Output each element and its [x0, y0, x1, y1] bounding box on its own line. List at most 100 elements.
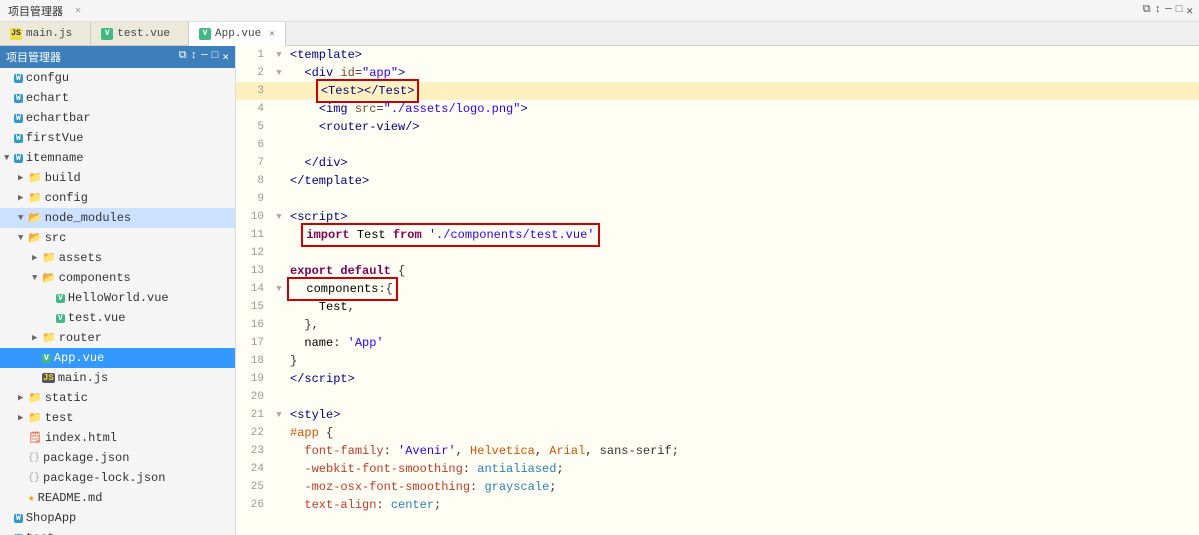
line-num-18: 18 [236, 352, 272, 370]
sidebar-item-itemname[interactable]: ▼Witemname [0, 148, 235, 168]
sidebar-item-ShopApp[interactable]: WShopApp [0, 508, 235, 528]
icon-max[interactable]: □ [1176, 4, 1183, 18]
tab-test-vue[interactable]: V test.vue [91, 22, 189, 45]
sidebar-item-router[interactable]: ▶📁router [0, 328, 235, 348]
sidebar-item-static[interactable]: ▶📁static [0, 388, 235, 408]
code-line-23: 23 font-family: 'Avenir', Helvetica, Ari… [236, 442, 1199, 460]
icon-echart: W [14, 94, 23, 103]
arrow-src: ▼ [18, 233, 28, 243]
sidebar-item-App.vue[interactable]: VApp.vue [0, 348, 235, 368]
sidebar-item-test2[interactable]: Wtest [0, 528, 235, 535]
line-content-17: name: 'App' [286, 334, 1199, 352]
sidebar-item-assets[interactable]: ▶📁assets [0, 248, 235, 268]
label-firstVue: firstVue [26, 131, 84, 145]
code-line-17: 17 name: 'App' [236, 334, 1199, 352]
code-line-14: 14▼ components:{ [236, 280, 1199, 298]
sidebar-item-components[interactable]: ▼📂components [0, 268, 235, 288]
icon-sidebar-min[interactable]: ─ [201, 50, 208, 64]
line-content-25: -moz-osx-font-smoothing: grayscale; [286, 478, 1199, 496]
file-tree: WconfguWechartWechartbarWfirstVue▼Witemn… [0, 68, 235, 535]
tab-icon-js: JS [10, 28, 22, 40]
code-line-25: 25 -moz-osx-font-smoothing: grayscale; [236, 478, 1199, 496]
icon-index.html: 🗒 [28, 431, 42, 445]
icon-ShopApp: W [14, 514, 23, 523]
line-content-1: <template> [286, 46, 1199, 64]
icon-sort[interactable]: ↕ [1155, 4, 1162, 18]
icon-package.json: {} [28, 453, 40, 464]
line-num-20: 20 [236, 388, 272, 406]
sidebar-item-test.vue[interactable]: Vtest.vue [0, 308, 235, 328]
line-num-9: 9 [236, 190, 272, 208]
line-fold-21: ▼ [272, 406, 286, 424]
icon-App.vue: V [42, 354, 51, 363]
code-line-10: 10▼<script> [236, 208, 1199, 226]
line-content-5: <router-view/> [286, 118, 1199, 136]
icon-assets: 📁 [42, 251, 56, 265]
icon-router: 📁 [42, 331, 56, 345]
sidebar-item-HelloWorld.vue[interactable]: VHelloWorld.vue [0, 288, 235, 308]
tab-label-test-vue: test.vue [117, 28, 170, 40]
sidebar-item-node_modules[interactable]: ▼📂node_modules [0, 208, 235, 228]
icon-confgu: W [14, 74, 23, 83]
line-content-4: <img src="./assets/logo.png"> [286, 100, 1199, 118]
sidebar-item-package.json[interactable]: {}package.json [0, 448, 235, 468]
line-fold-2: ▼ [272, 64, 286, 82]
icon-itemname: W [14, 154, 23, 163]
arrow-assets: ▶ [32, 253, 42, 263]
sidebar-item-package-lock.json[interactable]: {}package-lock.json [0, 468, 235, 488]
arrow-node_modules: ▼ [18, 213, 28, 223]
icon-static: 📁 [28, 391, 42, 405]
sidebar-item-build[interactable]: ▶📁build [0, 168, 235, 188]
line-num-3: 3 [236, 82, 272, 100]
icon-sidebar-close[interactable]: ✕ [222, 50, 229, 64]
icon-main.js: JS [42, 373, 55, 383]
icon-close-topbar[interactable]: ✕ [1186, 4, 1193, 18]
code-line-19: 19</script> [236, 370, 1199, 388]
icon-copy[interactable]: ⧉ [1143, 4, 1151, 18]
code-editor[interactable]: 1▼<template>2▼ <div id="app">3 <Test></T… [236, 46, 1199, 535]
label-test2: test [26, 531, 55, 535]
line-num-7: 7 [236, 154, 272, 172]
arrow-components: ▼ [32, 273, 42, 283]
line-num-21: 21 [236, 406, 272, 424]
sidebar-item-echart[interactable]: Wechart [0, 88, 235, 108]
sidebar-item-main.js[interactable]: JSmain.js [0, 368, 235, 388]
sidebar-item-firstVue[interactable]: WfirstVue [0, 128, 235, 148]
label-package-lock.json: package-lock.json [43, 471, 165, 485]
line-num-1: 1 [236, 46, 272, 64]
line-num-14: 14 [236, 280, 272, 298]
line-num-10: 10 [236, 208, 272, 226]
icon-package-lock.json: {} [28, 473, 40, 484]
icon-min[interactable]: ─ [1165, 4, 1172, 18]
icon-collapse[interactable]: ⧉ [179, 50, 187, 64]
label-build: build [45, 171, 81, 185]
arrow-router: ▶ [32, 333, 42, 343]
code-line-11: 11 import Test from './components/test.v… [236, 226, 1199, 244]
code-line-22: 22#app { [236, 424, 1199, 442]
tab-close-app-vue[interactable]: ✕ [269, 29, 274, 39]
code-line-24: 24 -webkit-font-smoothing: antialiased; [236, 460, 1199, 478]
icon-refresh[interactable]: ↕ [191, 50, 198, 64]
code-line-15: 15 Test, [236, 298, 1199, 316]
sidebar-item-README.md[interactable]: ★README.md [0, 488, 235, 508]
top-bar: 项目管理器 ✕ ⧉ ↕ ─ □ ✕ [0, 0, 1199, 22]
sidebar-item-confgu[interactable]: Wconfgu [0, 68, 235, 88]
icon-echartbar: W [14, 114, 23, 123]
tab-main-js[interactable]: JS main.js [0, 22, 91, 45]
line-num-22: 22 [236, 424, 272, 442]
sidebar-item-index.html[interactable]: 🗒index.html [0, 428, 235, 448]
line-num-11: 11 [236, 226, 272, 244]
main-area: 项目管理器 ⧉ ↕ ─ □ ✕ WconfguWechartWechartbar… [0, 46, 1199, 535]
line-content-23: font-family: 'Avenir', Helvetica, Arial,… [286, 442, 1199, 460]
label-itemname: itemname [26, 151, 84, 165]
sidebar-item-config[interactable]: ▶📁config [0, 188, 235, 208]
sidebar-item-echartbar[interactable]: Wechartbar [0, 108, 235, 128]
code-line-8: 8</template> [236, 172, 1199, 190]
label-README.md: README.md [38, 491, 103, 505]
label-test.vue: test.vue [68, 311, 126, 325]
sidebar-item-test-dir[interactable]: ▶📁test [0, 408, 235, 428]
tab-app-vue[interactable]: V App.vue ✕ [189, 22, 286, 46]
icon-sidebar-max[interactable]: □ [212, 50, 219, 64]
sidebar-item-src[interactable]: ▼📂src [0, 228, 235, 248]
code-line-9: 9 [236, 190, 1199, 208]
